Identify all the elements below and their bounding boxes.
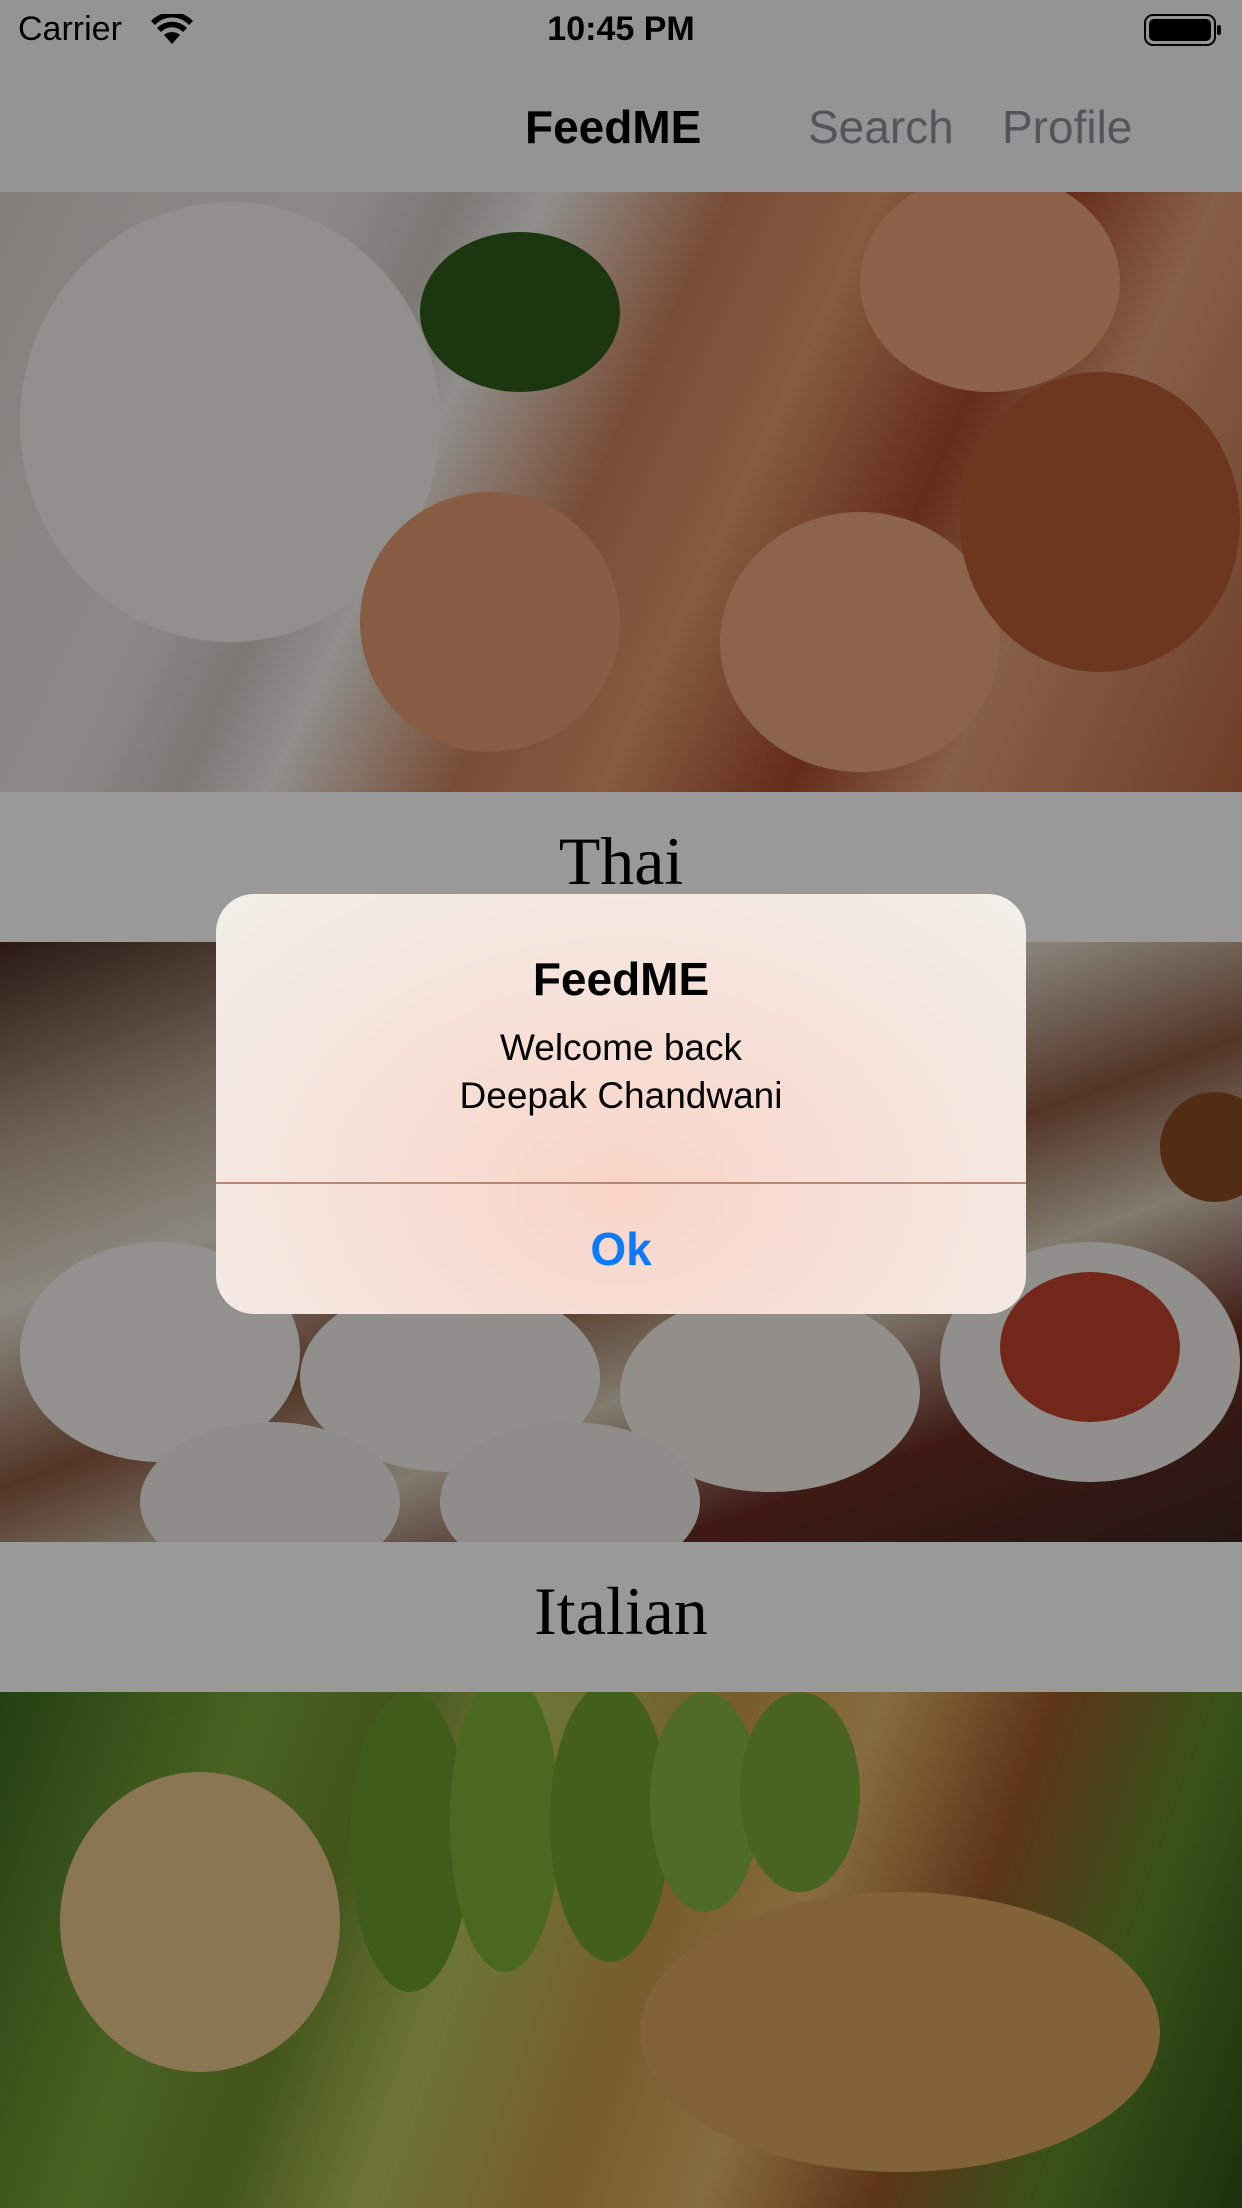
alert-title: FeedME bbox=[532, 953, 710, 1005]
welcome-alert: FeedME Welcome back Deepak Chandwani Ok bbox=[216, 894, 1026, 1314]
alert-message: Welcome back Deepak Chandwani bbox=[459, 1027, 783, 1116]
app-screen: Carrier 10:45 PM FeedME Search Profile T… bbox=[0, 0, 1242, 2208]
ok-button[interactable]: Ok bbox=[216, 1184, 1026, 1314]
